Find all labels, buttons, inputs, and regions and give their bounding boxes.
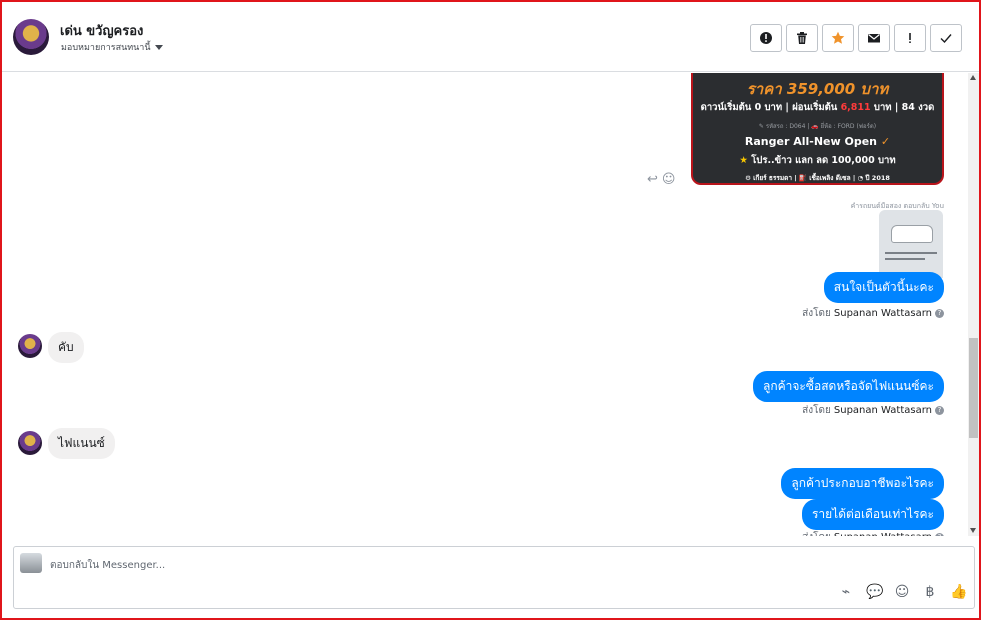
mark-unread-button[interactable] (858, 24, 890, 52)
star-icon (831, 31, 845, 44)
alert-circle-icon (760, 32, 772, 44)
card-promo-text: โปร..ข้าว แลก ลด 100,000 บาท (751, 155, 896, 166)
spam-button[interactable] (750, 24, 782, 52)
sender-name[interactable]: Supanan Wattasarn (834, 532, 932, 536)
quoted-car-thumbnail[interactable] (879, 210, 943, 278)
header-action-buttons (750, 24, 962, 52)
card-terms: ดาวน์เริ่มต้น 0 บาท | ผ่อนเริ่มต้น 6,811… (693, 100, 942, 115)
conversation-header: เด่น ขวัญครอง มอบหมายการสนทนานี้ (2, 2, 979, 72)
sent-by-line: ส่งโดย Supanan Wattasarn ? (802, 530, 944, 536)
assign-label: มอบหมายการสนทนานี้ (61, 43, 151, 53)
card-price: ราคา 359,000 บาท (746, 80, 889, 98)
reply-input[interactable]: ตอบกลับใน Messenger... (50, 558, 165, 573)
react-smiley-icon[interactable]: ☺ (662, 172, 676, 187)
outgoing-message[interactable]: รายได้ต่อเดือนเท่าไรคะ (801, 499, 944, 530)
car-listing-card[interactable]: ราคา 359,000 บาท ดาวน์เริ่มต้น 0 บาท | ผ… (691, 73, 944, 185)
sender-name[interactable]: Supanan Wattasarn (834, 308, 932, 319)
conversation-scrollbar[interactable] (968, 73, 979, 536)
card-title: Ranger All-New Open ✓ (693, 135, 942, 148)
thumbs-up-icon[interactable]: 👍 (950, 584, 967, 600)
envelope-icon (868, 34, 880, 43)
attachment-icon[interactable]: ⌁ (838, 584, 854, 600)
conversation-thread[interactable]: ราคา 359,000 บาท ดาวน์เริ่มต้น 0 บาท | ผ… (2, 73, 968, 536)
outgoing-message[interactable]: ลูกค้าประกอบอาชีพอะไรคะ (781, 468, 944, 499)
sent-by-line: ส่งโดย Supanan Wattasarn ? (802, 403, 944, 418)
caret-down-icon (154, 44, 163, 50)
assign-conversation-dropdown[interactable]: มอบหมายการสนทนานี้ (61, 40, 163, 54)
composer-tools: ⌁ 💬 ☺ ฿ 👍 (838, 584, 968, 600)
scroll-thumb[interactable] (969, 338, 978, 438)
star-button[interactable] (822, 24, 854, 52)
follow-up-button[interactable] (894, 24, 926, 52)
emoji-icon[interactable]: ☺ (894, 584, 910, 600)
trash-icon (797, 32, 807, 44)
incoming-message[interactable]: คับ (48, 332, 84, 363)
verified-check-icon: ✓ (880, 135, 891, 148)
reply-icon[interactable]: ↩ (647, 172, 658, 187)
page-avatar (20, 553, 42, 573)
sender-name[interactable]: Supanan Wattasarn (834, 405, 932, 416)
card-terms-suffix: บาท | 84 งวด (870, 102, 935, 113)
outgoing-message[interactable]: สนใจเป็นตัวนี้นะคะ (823, 272, 944, 303)
outgoing-message[interactable]: ลูกค้าจะซื้อสดหรือจัดไฟแนนซ์คะ (752, 371, 944, 402)
card-terms-prefix: ดาวน์เริ่มต้น 0 บาท | ผ่อนเริ่มต้น (700, 102, 841, 113)
message-composer[interactable]: ตอบกลับใน Messenger... ⌁ 💬 ☺ ฿ 👍 (13, 546, 975, 609)
promo-star-icon: ★ (739, 155, 748, 166)
contact-name[interactable]: เด่น ขวัญครอง (60, 20, 143, 41)
card-terms-monthly: 6,811 (840, 102, 871, 113)
contact-avatar-small[interactable] (18, 334, 42, 358)
contact-avatar-small[interactable] (18, 431, 42, 455)
message-actions: ↩ ☺ (647, 172, 675, 187)
thumb-caption-line (885, 258, 925, 260)
incoming-message[interactable]: ไฟแนนซ์ (48, 428, 115, 459)
contact-avatar[interactable] (13, 19, 49, 55)
exclamation-icon (909, 33, 911, 43)
delete-button[interactable] (786, 24, 818, 52)
card-promo: ★ โปร..ข้าว แลก ลด 100,000 บาท (693, 153, 942, 168)
help-icon[interactable]: ? (935, 533, 944, 536)
card-title-text: Ranger All-New Open (744, 135, 878, 148)
sent-by-prefix: ส่งโดย (802, 405, 831, 416)
mark-done-button[interactable] (930, 24, 962, 52)
scroll-down-arrow-icon[interactable] (970, 528, 976, 533)
sent-by-line: ส่งโดย Supanan Wattasarn ? (802, 306, 944, 321)
thumb-caption-line (885, 252, 937, 254)
check-icon (940, 34, 952, 44)
card-specs: ⚙ เกียร์ ธรรมดา | ⛽ เชื้อเพลิง ดีเซล | ◔… (745, 174, 890, 182)
help-icon[interactable]: ? (935, 309, 944, 318)
sent-by-prefix: ส่งโดย (802, 308, 831, 319)
payment-baht-icon[interactable]: ฿ (922, 584, 938, 600)
scroll-up-arrow-icon[interactable] (970, 75, 976, 80)
card-model-line: ✎ รหัสรถ : D064 | 🚗 ยี่ห้อ : FORD (ฟอร์ด… (758, 123, 877, 130)
car-image (891, 225, 933, 243)
saved-replies-icon[interactable]: 💬 (866, 584, 883, 600)
sent-by-prefix: ส่งโดย (802, 530, 831, 536)
help-icon[interactable]: ? (935, 406, 944, 415)
